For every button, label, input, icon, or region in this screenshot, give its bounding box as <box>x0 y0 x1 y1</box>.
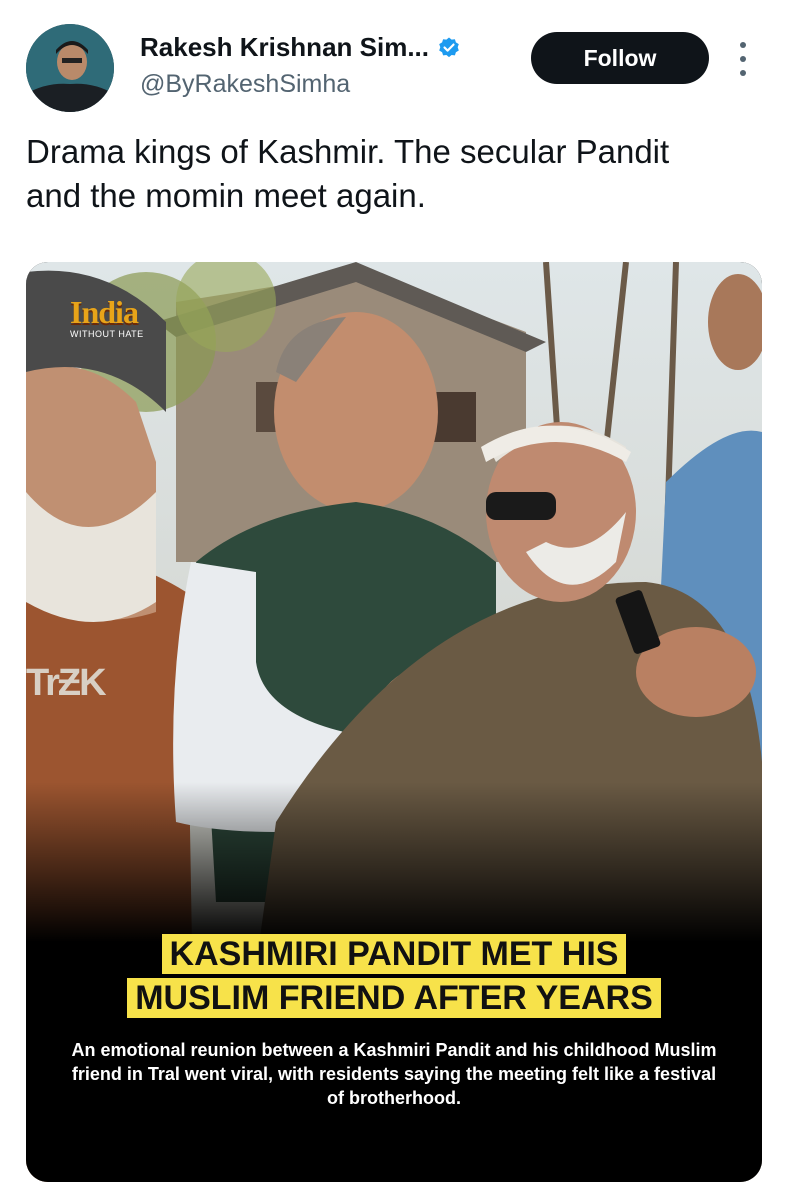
headline-line-2: MUSLIM FRIEND AFTER YEARS <box>127 978 661 1018</box>
follow-button[interactable]: Follow <box>531 32 709 84</box>
author-display-name[interactable]: Rakesh Krishnan Sim... <box>140 32 429 63</box>
more-vertical-icon[interactable] <box>735 42 751 76</box>
image-headline: KASHMIRI PANDIT MET HIS MUSLIM FRIEND AF… <box>26 934 762 1022</box>
image-caption: An emotional reunion between a Kashmiri … <box>71 1040 717 1108</box>
author-avatar[interactable] <box>26 24 114 112</box>
tweet-text: Drama kings of Kashmir. The secular Pand… <box>26 133 670 214</box>
tweet-media-image[interactable]: India WITHOUT HATE TrƵK KASHMIRI PANDIT … <box>26 262 762 1182</box>
verified-badge-icon <box>439 37 459 57</box>
india-without-hate-logo: India WITHOUT HATE <box>70 294 144 339</box>
profile-photo <box>26 24 114 112</box>
headline-line-1: KASHMIRI PANDIT MET HIS <box>161 934 627 974</box>
shirt-print-text: TrƵK <box>26 662 107 704</box>
author-handle[interactable]: @ByRakeshSimha <box>140 70 350 99</box>
